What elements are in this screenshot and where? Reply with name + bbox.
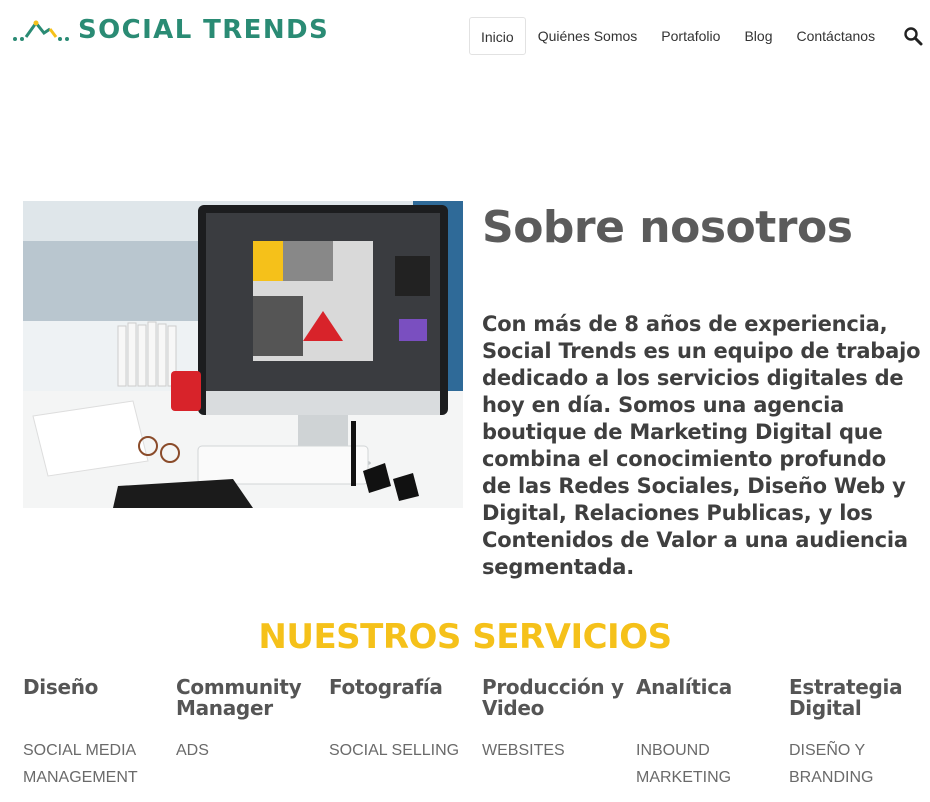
service-heading: Fotografía [329, 675, 443, 699]
nav-item-blog[interactable]: Blog [732, 17, 784, 55]
services-title: NUESTROS SERVICIOS [258, 617, 672, 657]
logo-trend-icon [13, 20, 69, 41]
service-column-estrategia: Estrategia Digital DISEÑO Y BRANDING [789, 677, 924, 791]
service-column-fotografia: Fotografía SOCIAL SELLING [329, 677, 479, 764]
logo-text: SOCIAL TRENDS [78, 15, 330, 45]
service-column-analitica: Analítica INBOUND MARKETING [636, 677, 786, 791]
service-link[interactable]: SOCIAL SELLING [329, 737, 479, 764]
site-logo[interactable]: SOCIAL TRENDS [12, 14, 329, 46]
service-heading: Community Manager [176, 675, 302, 720]
service-heading: Analítica [636, 675, 732, 699]
service-link[interactable]: INBOUND MARKETING [636, 737, 736, 791]
nav-item-contactanos[interactable]: Contáctanos [784, 17, 887, 55]
service-link[interactable]: ADS [176, 737, 326, 764]
search-icon[interactable] [903, 26, 923, 46]
nav-item-portafolio[interactable]: Portafolio [649, 17, 732, 55]
service-heading: Diseño [23, 675, 99, 699]
service-column-produccion: Producción y Video WEBSITES [482, 677, 632, 764]
main-nav: Inicio Quiénes Somos Portafolio Blog Con… [469, 16, 887, 56]
service-link[interactable]: DISEÑO Y BRANDING [789, 737, 889, 791]
about-title: Sobre nosotros [482, 202, 853, 253]
service-column-community: Community Manager ADS [176, 677, 326, 764]
nav-item-inicio[interactable]: Inicio [469, 17, 526, 55]
about-text: Con más de 8 años de experiencia, Social… [482, 312, 921, 579]
service-link[interactable]: WEBSITES [482, 737, 632, 764]
nav-item-quienes-somos[interactable]: Quiénes Somos [526, 17, 650, 55]
workspace-photo [23, 201, 463, 508]
service-heading: Estrategia Digital [789, 675, 903, 720]
service-column-diseno: Diseño SOCIAL MEDIA MANAGEMENT [23, 677, 173, 791]
service-link[interactable]: SOCIAL MEDIA MANAGEMENT [23, 737, 138, 791]
service-heading: Producción y Video [482, 675, 624, 720]
